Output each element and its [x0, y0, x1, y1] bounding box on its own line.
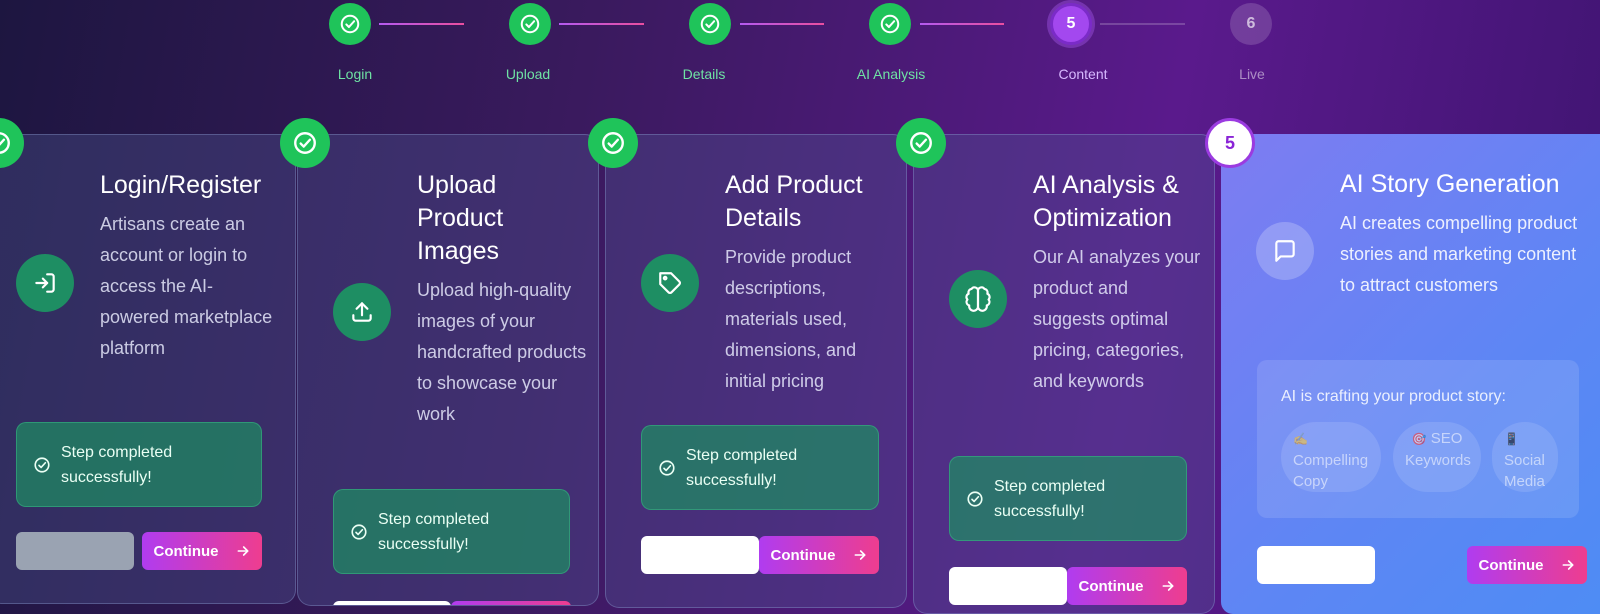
icon-circle [641, 254, 699, 312]
card-5-badge: 5 [1205, 118, 1255, 168]
chip-seo-keywords: 🎯 SEO Keywords [1393, 422, 1481, 492]
ai-crafting-label: AI is crafting your product story: [1281, 388, 1506, 405]
continue-button[interactable]: Continue [1467, 546, 1587, 584]
progress-stepper: 5 6 Login Upload Details AI Analysis Con… [0, 0, 1600, 110]
step-connector [379, 23, 464, 25]
card-title: AI Analysis & Optimization [1033, 171, 1179, 232]
tag-icon [659, 272, 681, 294]
chat-icon [1275, 240, 1295, 262]
continue-button[interactable]: Continue [759, 536, 879, 574]
step-1-circle[interactable] [329, 3, 371, 45]
card-2-badge [280, 118, 330, 168]
step-card-details: Add Product Details Provide product desc… [605, 134, 907, 608]
step-card-content: AI Story Generation AI creates compellin… [1221, 134, 1600, 614]
step-label-details: Details [682, 66, 726, 82]
step-6-circle[interactable]: 6 [1230, 3, 1272, 45]
card-description: Provide product descriptions, materials … [725, 247, 857, 391]
step-connector [740, 23, 824, 25]
continue-button[interactable]: Continue [142, 532, 262, 570]
check-icon [520, 14, 540, 34]
check-icon [294, 132, 316, 154]
check-icon [0, 132, 10, 154]
continue-button[interactable]: Continue [1067, 567, 1187, 605]
chip-text: Social Media [1504, 452, 1545, 490]
step-label-login: Login [337, 66, 373, 82]
card-description: Upload high-quality images of your handc… [417, 280, 587, 424]
chip-compelling-copy: ✍️ Compelling Copy [1281, 422, 1381, 492]
step-completed-text: Step completed successfully! [61, 443, 173, 486]
check-icon [880, 14, 900, 34]
ai-crafting-panel: AI is crafting your product story: ✍️ Co… [1257, 360, 1579, 518]
card-title: Add Product Details [725, 171, 863, 232]
step-connector [1100, 23, 1185, 25]
arrow-right-icon [854, 550, 865, 560]
card-3-badge [588, 118, 638, 168]
step-5-circle[interactable]: 5 [1050, 3, 1092, 45]
step-completed-banner: Step completed successfully! [949, 456, 1187, 541]
step-4-circle[interactable] [869, 3, 911, 45]
step-label-upload: Upload [505, 66, 551, 82]
chip-social-media: 📱 Social Media [1492, 422, 1558, 492]
step-label-ai-analysis: AI Analysis [856, 66, 926, 82]
card-title: Login/Register [100, 171, 262, 199]
continue-button[interactable] [451, 601, 571, 605]
step-card-login: Login/Register Artisans create an accoun… [0, 134, 296, 604]
check-icon [700, 14, 720, 34]
back-button[interactable] [16, 532, 134, 570]
step-completed-banner: Step completed successfully! [16, 422, 262, 507]
check-icon [340, 14, 360, 34]
card-title: Upload Product Images [417, 171, 504, 265]
card-description: Artisans create an account or login to a… [100, 214, 273, 358]
step-label-content: Content [1058, 66, 1108, 82]
mobile-phone-icon: 📱 [1504, 432, 1519, 446]
check-icon [910, 132, 932, 154]
continue-label: Continue [153, 542, 219, 560]
step-completed-text: Step completed successfully! [686, 446, 798, 489]
upload-icon [352, 302, 372, 322]
step-card-ai-analysis: AI Analysis & Optimization Our AI analyz… [913, 134, 1215, 614]
step-3-circle[interactable] [689, 3, 731, 45]
check-circle-icon [967, 490, 983, 507]
step-connector [920, 23, 1004, 25]
continue-label: Continue [1078, 577, 1144, 595]
icon-circle [333, 283, 391, 341]
card-description: Our AI analyzes your product and suggest… [1033, 247, 1201, 391]
back-button[interactable] [949, 567, 1067, 605]
step-label-live: Live [1239, 66, 1265, 82]
step-completed-text: Step completed successfully! [994, 477, 1106, 520]
icon-circle [949, 270, 1007, 328]
card-4-badge [896, 118, 946, 168]
continue-label: Continue [1478, 556, 1544, 574]
continue-label: Continue [770, 546, 836, 564]
check-icon [602, 132, 624, 154]
check-circle-icon [659, 459, 675, 476]
chip-text: Compelling Copy [1293, 452, 1369, 490]
target-icon: 🎯 [1411, 432, 1427, 446]
arrow-right-icon [237, 546, 248, 556]
step-card-upload: Upload Product Images Upload high-qualit… [297, 134, 599, 606]
step-2-circle[interactable] [509, 3, 551, 45]
icon-circle [16, 254, 74, 312]
back-button[interactable] [641, 536, 759, 574]
writing-hand-icon: ✍️ [1293, 432, 1308, 446]
step-connector [559, 23, 644, 25]
card-title: AI Story Generation [1340, 170, 1560, 198]
arrow-right-icon [1162, 581, 1173, 591]
step-completed-banner: Step completed successfully! [641, 425, 879, 510]
step-completed-text: Step completed successfully! [378, 510, 490, 553]
brain-icon [965, 286, 991, 312]
check-circle-icon [34, 456, 50, 473]
check-circle-icon [351, 523, 367, 540]
back-button[interactable] [1257, 546, 1375, 584]
back-button[interactable] [333, 601, 451, 605]
card-description: AI creates compelling product stories an… [1340, 213, 1578, 295]
arrow-right-icon [1562, 560, 1573, 570]
login-icon [35, 273, 55, 293]
step-completed-banner: Step completed successfully! [333, 489, 570, 574]
icon-circle [1256, 222, 1314, 280]
